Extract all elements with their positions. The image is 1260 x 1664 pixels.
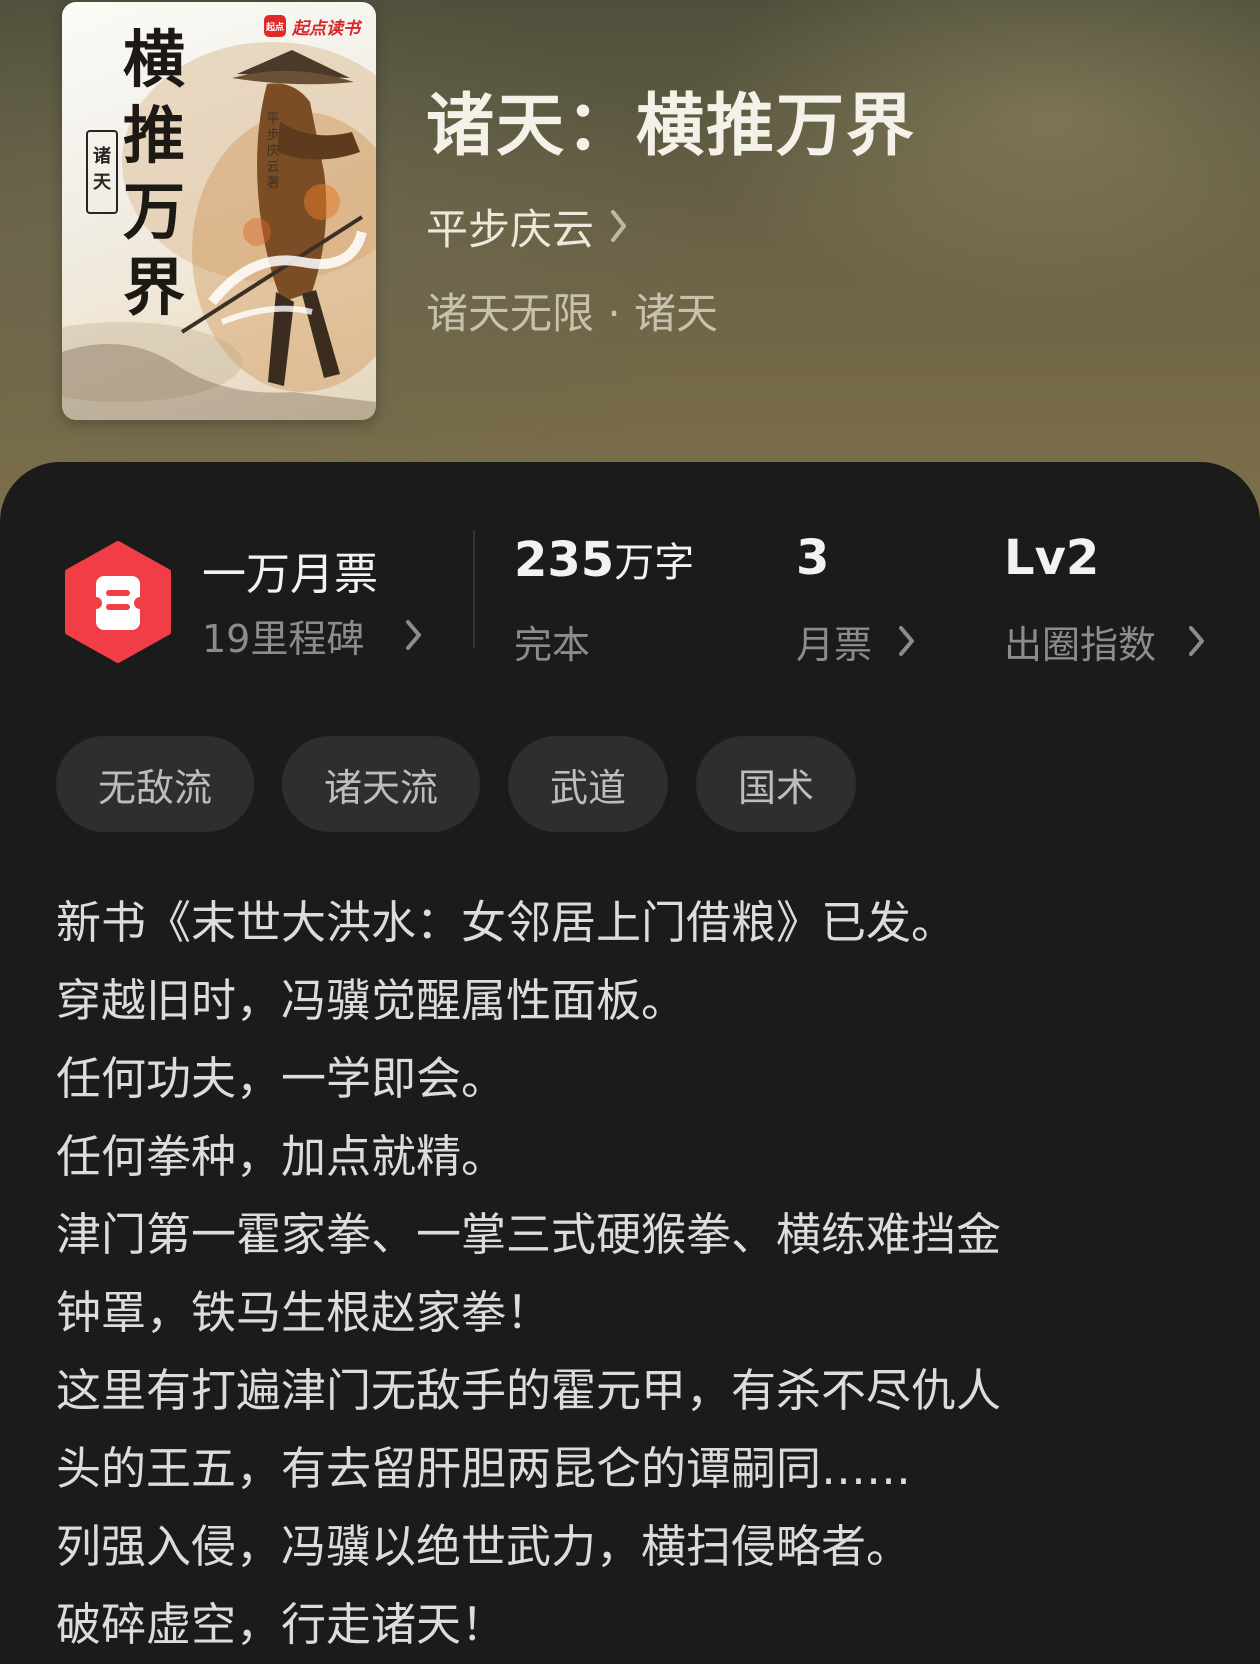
tag-chip[interactable]: 诸天流 [282, 736, 481, 832]
tag-chip[interactable]: 无敌流 [56, 736, 255, 832]
cover-author: 平步庆云 著 [266, 112, 280, 191]
book-cover[interactable]: 起点 起点读书 横推万界 诸天 平步庆云 著 [62, 2, 376, 420]
monthly-ticket-icon [65, 541, 171, 663]
tag-chip[interactable]: 武道 [508, 736, 669, 832]
author-link[interactable]: 平步庆云 [426, 196, 628, 256]
chevron-right-icon [611, 210, 627, 242]
ticket-milestone[interactable]: 19里程碑 [202, 608, 364, 663]
description-line: 这里有打遍津门无敌手的霍元甲，有杀不尽仇人 [56, 1364, 1002, 1417]
book-description: 新书《末世大洪水：女邻居上门借粮》已发。 穿越旧时，冯骥觉醒属性面板。 任何功夫… [56, 884, 1206, 1664]
word-count-value: 235 [514, 532, 615, 588]
description-line: 任何拳种，加点就精。 [56, 1130, 507, 1183]
tag-list: 无敌流 诸天流 武道 国术 [56, 736, 857, 832]
chevron-right-icon[interactable] [405, 619, 423, 651]
description-line: 破碎虚空，行走诸天！ [56, 1598, 507, 1651]
book-title: 诸天：横推万界 [426, 86, 917, 166]
stats-divider [473, 530, 475, 648]
description-line: 新书《末世大洪水：女邻居上门借粮》已发。 [56, 896, 957, 949]
completion-status: 完本 [514, 623, 591, 667]
chevron-right-icon[interactable] [1188, 625, 1206, 657]
description-line: 任何功夫，一学即会。 [56, 1052, 507, 1105]
description-line: 穿越旧时，冯骥觉醒属性面板。 [56, 974, 687, 1027]
popularity-index-value[interactable]: Lv2 [1004, 530, 1099, 586]
book-header: 起点 起点读书 横推万界 诸天 平步庆云 著 诸天：横推万界 平步庆云 诸天无限… [0, 0, 1260, 520]
popularity-index-label[interactable]: 出圈指数 [1004, 614, 1156, 669]
category-breadcrumb[interactable]: 诸天无限 · 诸天 [426, 280, 718, 341]
ticket-title[interactable]: 一万月票 [202, 538, 378, 602]
word-count-unit: 万字 [614, 540, 695, 586]
publisher-logo: 起点 [264, 15, 286, 37]
description-line: 钟罩，铁马生根赵家拳！ [56, 1286, 552, 1339]
monthly-ticket-value[interactable]: 3 [796, 530, 829, 586]
cover-title: 横推万界 [122, 23, 185, 324]
monthly-ticket-label[interactable]: 月票 [796, 614, 872, 669]
author-name: 平步庆云 [426, 204, 595, 254]
book-detail-page: 起点 起点读书 横推万界 诸天 平步庆云 著 诸天：横推万界 平步庆云 诸天无限… [0, 0, 1260, 1664]
chevron-right-icon[interactable] [898, 625, 916, 657]
publisher-name: 起点读书 [292, 18, 360, 39]
description-line: 列强入侵，冯骥以绝世武力，横扫侵略者。 [56, 1520, 912, 1573]
cover-side-tag: 诸天 [86, 130, 118, 214]
word-count: 235万字 [514, 530, 694, 588]
tag-chip[interactable]: 国术 [696, 736, 857, 832]
description-line: 津门第一霍家拳、一掌三式硬猴拳、横练难挡金 [56, 1208, 1002, 1261]
publisher-badge: 起点 起点读书 [260, 12, 368, 40]
description-line: 头的王五，有去留肝胆两昆仑的谭嗣同…… [56, 1442, 912, 1495]
